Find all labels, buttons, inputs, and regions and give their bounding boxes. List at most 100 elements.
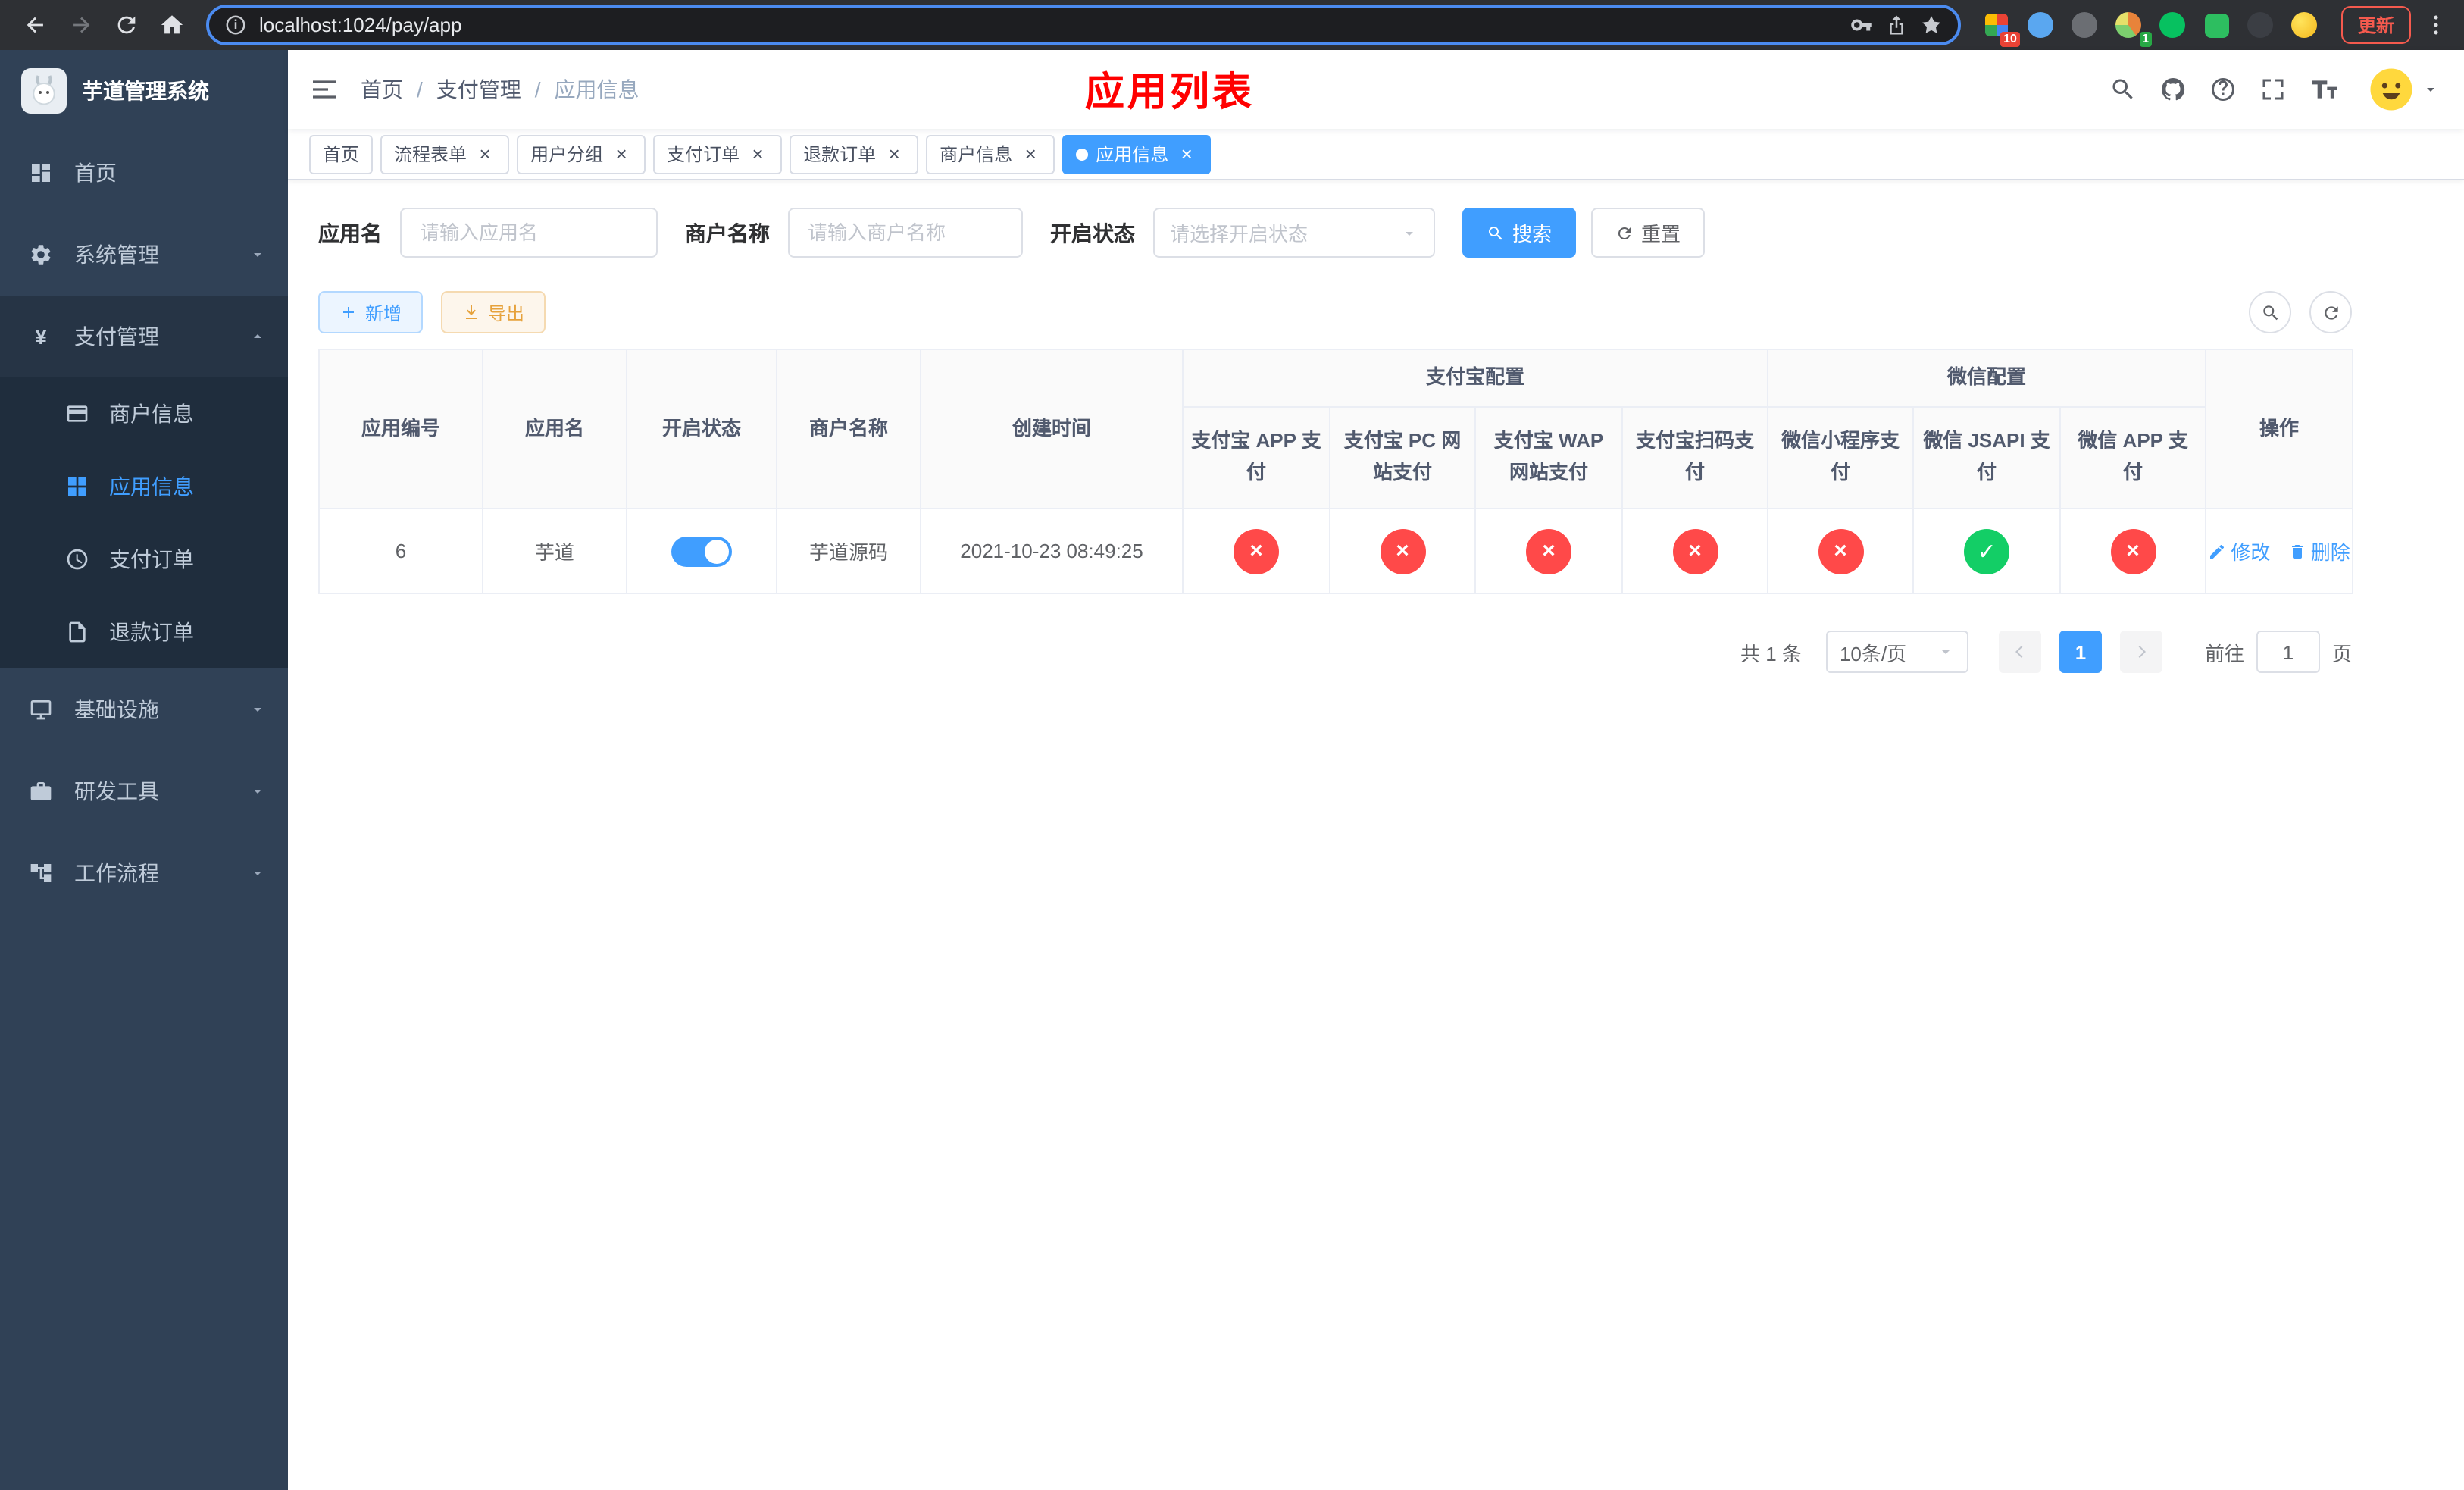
extension-icon[interactable]: 10 [1982, 10, 2020, 46]
screen: localhost:1024/pay/app 10 1 更新 芋道管理系统 首页… [0, 0, 2464, 1490]
refresh-table-button[interactable] [2309, 291, 2352, 333]
pagination: 共 1 条 10条/页 1 前往 页 [318, 631, 2352, 673]
tab-user-group[interactable]: 用户分组 [517, 134, 646, 174]
browser-menu-icon[interactable] [2423, 12, 2449, 38]
filter-form: 应用名 商户名称 开启状态 请选择开启状态 [318, 208, 2434, 258]
prev-page-button[interactable] [1998, 631, 2041, 673]
reset-button[interactable]: 重置 [1591, 208, 1706, 258]
breadcrumb-home[interactable]: 首页 [361, 74, 403, 105]
alipay-qr-status-icon: × [1672, 528, 1718, 574]
alipay-pc-status-icon: × [1380, 528, 1425, 574]
sidebar-item-payment[interactable]: ¥ 支付管理 [0, 296, 288, 377]
sidebar-item-infrastructure[interactable]: 基础设施 [0, 668, 288, 750]
font-size-icon[interactable] [2309, 74, 2340, 105]
tab-pay-order[interactable]: 支付订单 [653, 134, 783, 174]
edit-button[interactable]: 修改 [2208, 537, 2270, 565]
breadcrumb-current: 应用信息 [554, 77, 639, 102]
search-button[interactable]: 搜索 [1462, 208, 1577, 258]
url-text[interactable]: localhost:1024/pay/app [259, 14, 1838, 36]
extension-icon[interactable] [2290, 10, 2320, 40]
github-icon[interactable] [2159, 76, 2187, 103]
cell-created-at: 2021-10-23 08:49:25 [920, 508, 1184, 594]
tab-refund-order[interactable]: 退款订单 [790, 134, 919, 174]
tab-process-form[interactable]: 流程表单 [380, 134, 510, 174]
help-icon[interactable] [2209, 76, 2237, 103]
password-key-icon[interactable] [1850, 14, 1873, 36]
sidebar-item-app-info[interactable]: 应用信息 [0, 450, 288, 523]
page-content: 应用名 商户名称 开启状态 请选择开启状态 [288, 180, 2464, 1490]
cell-app-id: 6 [318, 508, 483, 594]
delete-button[interactable]: 删除 [2288, 537, 2350, 565]
chrome-update-button[interactable]: 更新 [2340, 6, 2411, 44]
page-title: 应用列表 [1084, 69, 1255, 114]
breadcrumb-payment[interactable]: 支付管理 [436, 74, 521, 105]
extension-icon[interactable] [2246, 10, 2276, 40]
sidebar-item-system[interactable]: 系统管理 [0, 214, 288, 296]
workflow-icon [27, 859, 55, 887]
close-icon[interactable] [611, 143, 632, 164]
search-icon[interactable] [2109, 76, 2137, 103]
user-menu[interactable] [2369, 67, 2440, 112]
extension-icon[interactable] [2026, 10, 2056, 40]
address-bar[interactable]: localhost:1024/pay/app [206, 5, 1961, 45]
goto-page-input[interactable] [2256, 631, 2320, 673]
browser-forward-icon[interactable] [61, 5, 100, 45]
close-icon[interactable] [883, 143, 905, 164]
tab-home[interactable]: 首页 [309, 134, 374, 174]
goto-label: 前往 [2204, 642, 2244, 665]
share-icon[interactable] [1885, 14, 1908, 36]
gear-icon [27, 241, 55, 268]
sidebar-item-pay-order[interactable]: 支付订单 [0, 523, 288, 596]
browser-back-icon[interactable] [15, 5, 55, 45]
page-number-button[interactable]: 1 [2059, 631, 2102, 673]
export-button[interactable]: 导出 [441, 291, 546, 333]
site-info-icon[interactable] [224, 14, 247, 36]
sidebar-item-home[interactable]: 首页 [0, 132, 288, 214]
toggle-search-button[interactable] [2249, 291, 2291, 333]
bookmark-star-icon[interactable] [1920, 14, 1943, 36]
close-icon[interactable] [1020, 143, 1041, 164]
fullscreen-icon[interactable] [2259, 76, 2287, 103]
browser-home-icon[interactable] [152, 5, 191, 45]
sidebar-item-refund-order[interactable]: 退款订单 [0, 596, 288, 668]
chevron-down-icon [249, 864, 267, 882]
chevron-down-icon [249, 700, 267, 718]
navbar-actions [2109, 67, 2464, 112]
chevron-down-icon [1400, 224, 1418, 242]
sidebar-item-workflow[interactable]: 工作流程 [0, 832, 288, 914]
status-toggle[interactable] [671, 536, 732, 566]
app-logo[interactable]: 芋道管理系统 [0, 50, 288, 132]
payment-submenu: 商户信息 应用信息 支付订单 退款订单 [0, 377, 288, 668]
extensions-bar: 10 1 [1976, 10, 2326, 46]
close-icon[interactable] [747, 143, 768, 164]
tags-view: 首页 流程表单 用户分组 支付订单 退款订单 [288, 129, 2464, 180]
yen-icon: ¥ [35, 324, 47, 349]
close-icon[interactable] [474, 143, 496, 164]
col-wechat-jsapi: 微信 JSAPI 支付 [1912, 406, 2062, 509]
next-page-button[interactable] [2119, 631, 2162, 673]
app-title: 芋道管理系统 [82, 79, 209, 103]
browser-reload-icon[interactable] [106, 5, 145, 45]
merchant-name-input[interactable] [788, 208, 1023, 258]
app-name-input[interactable] [400, 208, 658, 258]
close-icon[interactable] [1176, 143, 1197, 164]
sidebar-toggle-icon[interactable] [288, 74, 361, 105]
status-select[interactable]: 请选择开启状态 [1153, 208, 1435, 258]
goto-unit: 页 [2331, 642, 2352, 665]
sidebar-item-merchant-info[interactable]: 商户信息 [0, 377, 288, 450]
tab-merchant-info[interactable]: 商户信息 [926, 134, 1055, 174]
col-actions: 操作 [2205, 349, 2354, 509]
col-merchant: 商户名称 [776, 349, 921, 509]
sidebar-item-devtools[interactable]: 研发工具 [0, 750, 288, 832]
page-size-select[interactable]: 10条/页 [1825, 631, 1968, 673]
extension-icon[interactable] [2202, 10, 2232, 40]
extension-icon[interactable] [2070, 10, 2100, 40]
sidebar: 芋道管理系统 首页 系统管理 ¥ 支付管理 商户信息 应用信息 支付订单 退款订… [0, 50, 288, 1490]
extension-icon[interactable] [2158, 10, 2188, 40]
add-button[interactable]: 新增 [318, 291, 424, 333]
clock-icon [64, 546, 91, 573]
pagination-total: 共 1 条 [1740, 642, 1802, 665]
extension-icon[interactable]: 1 [2114, 10, 2152, 46]
monitor-icon [27, 696, 55, 723]
tab-app-info[interactable]: 应用信息 [1062, 134, 1212, 174]
